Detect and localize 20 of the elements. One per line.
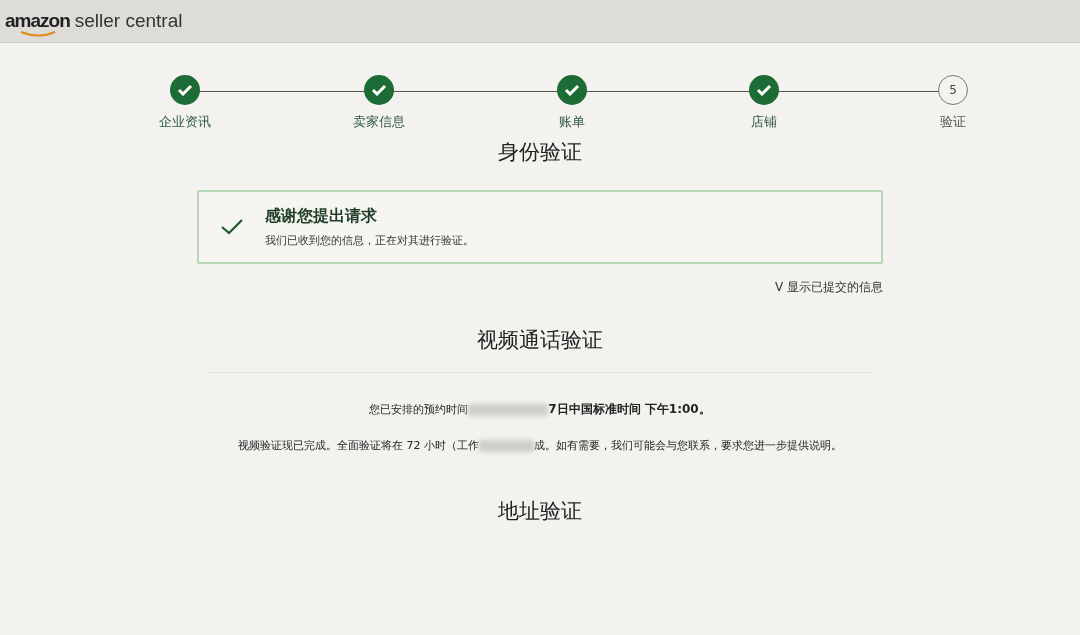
section-title: 身份验证 — [497, 139, 583, 166]
section-title: 视频通话验证 — [476, 327, 604, 354]
step-label: 店铺 — [751, 113, 777, 131]
status-text: 视频验证现已完成。全面验证将在 72 小时（工作 — [238, 439, 479, 452]
step-label: 卖家信息 — [353, 113, 405, 131]
step-label: 企业资讯 — [159, 113, 211, 131]
status-text: 成。如有需要，我们可能会与您联系，要求您进一步提供说明。 — [534, 439, 842, 452]
blurred-text — [479, 440, 534, 452]
step-label: 账单 — [559, 113, 585, 131]
appointment-text: 您已安排的预约时间 — [369, 402, 469, 417]
alert-message: 我们已收到您的信息，正在对其进行验证。 — [265, 233, 474, 248]
alert-title: 感谢您提出请求 — [265, 206, 378, 227]
section-title: 地址验证 — [497, 498, 583, 525]
logo-text: seller central — [74, 10, 183, 32]
check-icon — [221, 219, 243, 235]
step-label: 验证 — [940, 113, 966, 131]
logo-brand: amazon — [5, 10, 70, 32]
appointment-time: 7日中国标准时间 下午1:00。 — [548, 401, 711, 418]
show-info-link[interactable]: V 显示已提交的信息 — [774, 279, 883, 296]
step-number: 5 — [938, 75, 968, 105]
